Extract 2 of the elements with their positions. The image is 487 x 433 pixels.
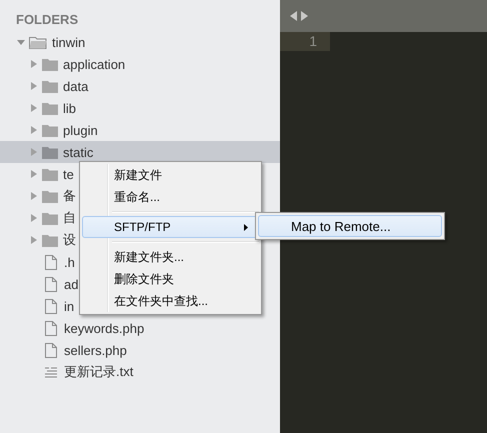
- sidebar-title: FOLDERS: [15, 11, 80, 29]
- line-number: 1: [280, 32, 330, 51]
